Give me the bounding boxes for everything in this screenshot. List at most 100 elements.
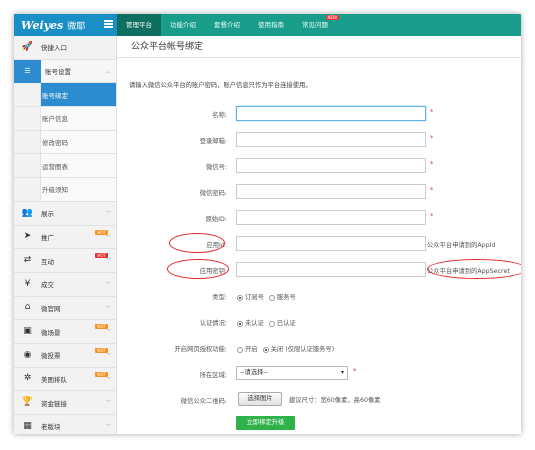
sidebar-sub-upgrade-notice[interactable]: 升级须知	[14, 178, 116, 202]
type-options: 订阅号 服务号	[237, 292, 301, 301]
tab-label: 功能介绍	[170, 21, 196, 29]
oauth-options: 开启 关闭 (仅限认证服务号)	[237, 344, 339, 353]
globe-icon: ◉	[14, 350, 41, 360]
chevron-down-icon: ﹀	[105, 281, 111, 288]
sidebar-item-micro-scene[interactable]: ▣ 微场景 HOT ﹀	[14, 320, 116, 344]
oauth-option-on[interactable]: 开启	[237, 344, 258, 353]
oauth-option-off[interactable]: 关闭 (仅限认证服务号)	[262, 344, 335, 353]
required-mark: *	[353, 367, 357, 375]
choose-image-button[interactable]: 选择图片	[238, 392, 282, 406]
email-input[interactable]	[236, 132, 426, 147]
field-label: 登录邮箱:	[199, 138, 227, 145]
glyph: 🚀	[21, 41, 34, 52]
send-icon: ➤	[14, 232, 41, 241]
chevron-down-icon: ﹀	[105, 234, 111, 241]
chevron-up-icon: ︿	[105, 68, 111, 75]
required-mark: *	[430, 134, 434, 142]
field-label: 微信号:	[205, 164, 227, 171]
radio-unchecked-icon	[268, 294, 275, 301]
app-id-input[interactable]	[236, 236, 426, 251]
trophy-icon: 🏆	[14, 398, 41, 407]
sidebar-sub-label: 账号绑定	[42, 91, 68, 100]
tab-management[interactable]: 管理平台	[117, 14, 161, 36]
field-label: 类型:	[212, 294, 227, 301]
wechat-password-input[interactable]	[236, 184, 426, 199]
radio-checked-icon	[237, 320, 243, 327]
type-option-service[interactable]: 服务号	[268, 292, 296, 301]
glyph: 👥	[21, 207, 34, 218]
sidebar-item-photo-queue[interactable]: ✲ 美图排队 HOT ﹀	[14, 368, 116, 392]
original-id-input[interactable]	[236, 210, 426, 225]
sidebar-item-transaction[interactable]: ¥ 成交 ﹀	[14, 273, 116, 297]
chevron-down-icon: ﹀	[105, 305, 111, 312]
sidebar-sub-account-info[interactable]: 账户信息	[14, 107, 116, 131]
chevron-down-icon: ﹀	[105, 329, 111, 336]
sidebar-item-account-settings[interactable]: ☰ 账号设置 ︿	[14, 59, 116, 84]
glyph: ¥	[24, 278, 31, 289]
logo[interactable]: Weiyes 微耶	[14, 14, 117, 36]
verify-option-unverified[interactable]: 未认证	[237, 318, 264, 327]
sidebar-item-micro-site[interactable]: ⌂ 微官网 ﹀	[14, 297, 116, 321]
sidebar-item-label: 推广	[41, 233, 54, 242]
option-label: 关闭 (仅限认证服务号)	[270, 346, 335, 353]
app-secret-input[interactable]	[236, 262, 426, 277]
form-row-original-id: 原始ID: *	[117, 210, 521, 226]
page-description: 请输入微信公众平台的账户密码，账户信息只作为平台连接使用。	[129, 82, 312, 89]
required-mark: *	[430, 186, 434, 194]
sidebar-item-label: 微投票	[41, 352, 61, 361]
sidebar-sub-change-password[interactable]: 修改密码	[14, 130, 116, 155]
field-label: 认证情况:	[199, 320, 227, 327]
caret-down-icon: ▾	[340, 369, 344, 376]
sidebar-item-label: 成交	[41, 281, 54, 290]
tab-guide[interactable]: 使用指南	[249, 14, 293, 36]
sidebar-item-shortcuts[interactable]: 🚀 快捷入口	[14, 36, 116, 60]
tab-packages[interactable]: 套餐介绍	[205, 14, 249, 36]
region-select[interactable]: --请选择-- ▾	[236, 366, 348, 380]
logo-cn: 微耶	[67, 21, 86, 32]
annotation-circle-app-id	[169, 233, 225, 253]
field-hint: 公众平台申请到的AppId	[427, 242, 496, 249]
option-label: 服务号	[276, 294, 296, 301]
sidebar: 🚀 快捷入口 ☰ 账号设置 ︿ 账号绑定 账户信息 修改密码 运营图表 升级须知…	[14, 36, 117, 434]
glyph: ⌂	[24, 302, 31, 313]
sidebar-sub-label: 运营图表	[42, 162, 68, 171]
menu-toggle-icon[interactable]	[104, 20, 113, 28]
bind-upgrade-button[interactable]: 立即绑定升级	[236, 416, 295, 430]
sidebar-item-fund-link[interactable]: 🏆 资金链接 ﹀	[14, 391, 116, 415]
sidebar-sub-label: 账户信息	[42, 115, 68, 124]
tab-label: 管理平台	[126, 21, 152, 29]
type-option-subscription[interactable]: 订阅号	[237, 292, 264, 301]
wechat-id-input[interactable]	[236, 158, 426, 173]
film-icon: ▦	[14, 421, 41, 431]
sidebar-item-micro-vote[interactable]: ◉ 微投票 HOT ﹀	[14, 344, 116, 368]
sub-indent	[14, 83, 41, 107]
sidebar-sub-operation-charts[interactable]: 运营图表	[14, 154, 116, 179]
logo-mark: Weiyes	[21, 18, 64, 32]
radio-checked-icon	[262, 346, 269, 353]
sidebar-sub-account-binding[interactable]: 账号绑定	[14, 83, 116, 108]
sub-indent	[14, 107, 41, 130]
chevron-down-icon: ﹀	[105, 210, 111, 217]
yen-icon: ¥	[14, 278, 41, 289]
field-label: 微信公众二维码:	[180, 398, 227, 405]
sidebar-item-label: 老版块	[41, 423, 61, 432]
glyph: ➤	[23, 231, 32, 242]
chevron-down-icon: ﹀	[105, 258, 111, 265]
form-row-type: 类型: 订阅号 服务号	[117, 288, 521, 304]
sidebar-sub-label: 升级须知	[42, 186, 68, 195]
sub-indent	[14, 178, 41, 201]
sidebar-item-promotion[interactable]: ➤ 推广 HOT ﹀	[14, 226, 116, 250]
sidebar-item-label: 账号设置	[45, 68, 71, 77]
sidebar-item-label: 微场景	[41, 328, 61, 337]
sidebar-item-old-modules[interactable]: ▦ 老版块 ﹀	[14, 415, 116, 434]
tab-features[interactable]: 功能介绍	[161, 14, 205, 36]
sidebar-item-display[interactable]: 👥 展示 ﹀	[14, 202, 116, 226]
sidebar-item-interaction[interactable]: ⇄ 互动 HOT ﹀	[14, 249, 116, 273]
tab-label: 常见问题	[302, 21, 328, 29]
name-input[interactable]	[236, 106, 426, 121]
field-label: 微信密码:	[199, 190, 227, 197]
required-mark: *	[430, 212, 434, 220]
verify-option-verified[interactable]: 已认证	[268, 318, 296, 327]
home-icon: ⌂	[14, 303, 41, 312]
tab-faq[interactable]: 常见问题 NEW	[293, 14, 339, 36]
